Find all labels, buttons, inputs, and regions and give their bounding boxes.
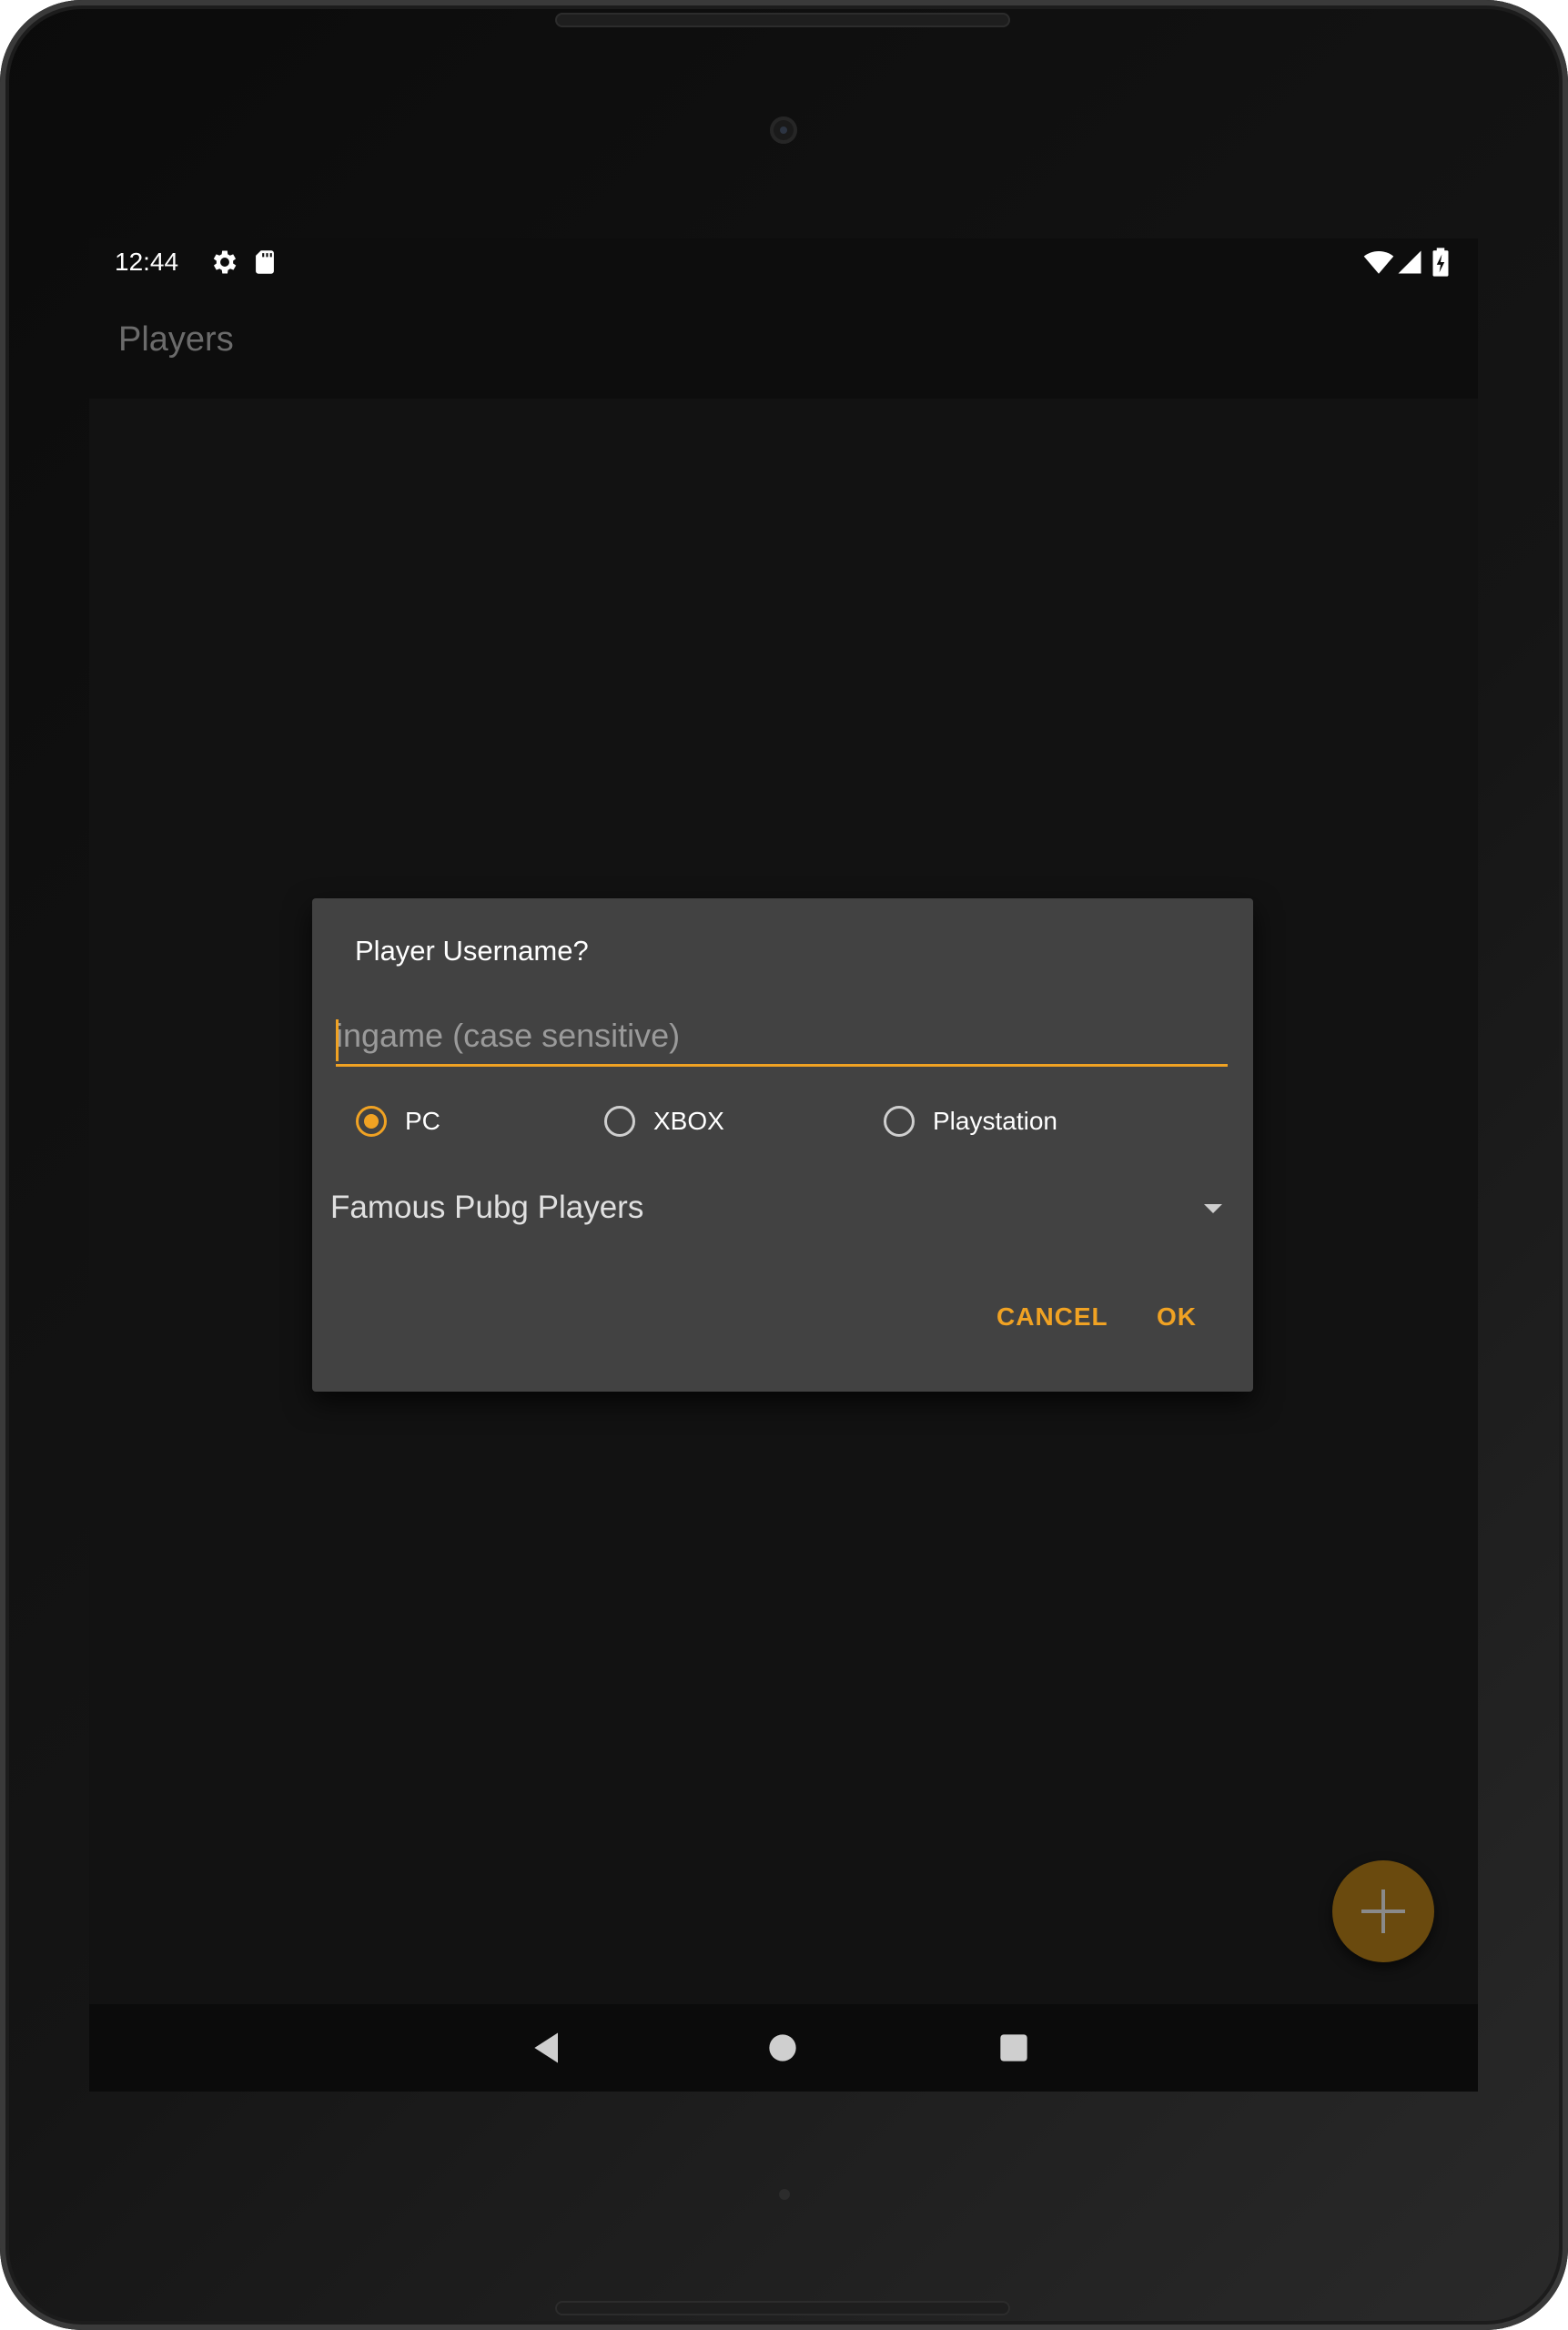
spinner-selected-value: Famous Pubg Players xyxy=(330,1190,644,1225)
back-icon[interactable] xyxy=(528,2028,568,2068)
battery-charging-icon xyxy=(1431,247,1462,278)
radio-playstation[interactable]: Playstation xyxy=(884,1089,1057,1153)
wifi-icon xyxy=(1363,247,1394,278)
cancel-button[interactable]: CANCEL xyxy=(996,1290,1108,1344)
add-player-fab[interactable] xyxy=(1332,1860,1434,1962)
radio-pc[interactable]: PC xyxy=(356,1089,440,1153)
platform-radio-group: PC XBOX Playstation xyxy=(312,1089,1253,1153)
text-cursor xyxy=(336,1019,339,1061)
radio-unchecked-icon xyxy=(884,1106,915,1137)
home-icon[interactable] xyxy=(763,2028,803,2068)
gear-icon xyxy=(209,247,240,278)
radio-label: PC xyxy=(405,1107,440,1135)
page-title: Players xyxy=(118,320,234,359)
tablet-device-frame: 12:44 Players Player Username? ingame (c… xyxy=(0,0,1568,2330)
cell-signal-icon xyxy=(1396,247,1427,278)
dialog-title: Player Username? xyxy=(355,935,589,967)
player-username-dialog: Player Username? PC XBOX Playstation xyxy=(312,898,1253,1392)
sd-card-icon xyxy=(249,247,280,278)
bottom-sensor xyxy=(779,2189,790,2200)
top-speaker-grille xyxy=(555,13,1010,27)
plus-icon xyxy=(1361,1889,1405,1933)
bottom-speaker-grille xyxy=(555,2301,1010,2315)
radio-label: Playstation xyxy=(933,1107,1057,1135)
front-camera xyxy=(770,116,797,144)
radio-label: XBOX xyxy=(653,1107,724,1135)
radio-unchecked-icon xyxy=(604,1106,635,1137)
username-input[interactable] xyxy=(336,1008,1228,1067)
radio-checked-icon xyxy=(356,1106,387,1137)
status-time: 12:44 xyxy=(115,248,179,276)
recents-icon[interactable] xyxy=(994,2028,1034,2068)
status-bar: 12:44 xyxy=(89,238,1478,286)
ok-button[interactable]: OK xyxy=(1157,1290,1197,1344)
player-list-spinner[interactable]: Famous Pubg Players xyxy=(329,1171,1239,1244)
screen: 12:44 Players Player Username? ingame (c… xyxy=(89,238,1478,2092)
radio-xbox[interactable]: XBOX xyxy=(604,1089,724,1153)
dropdown-arrow-icon xyxy=(1202,1202,1224,1220)
app-bar: Players xyxy=(89,286,1478,399)
navigation-bar xyxy=(89,2004,1478,2092)
